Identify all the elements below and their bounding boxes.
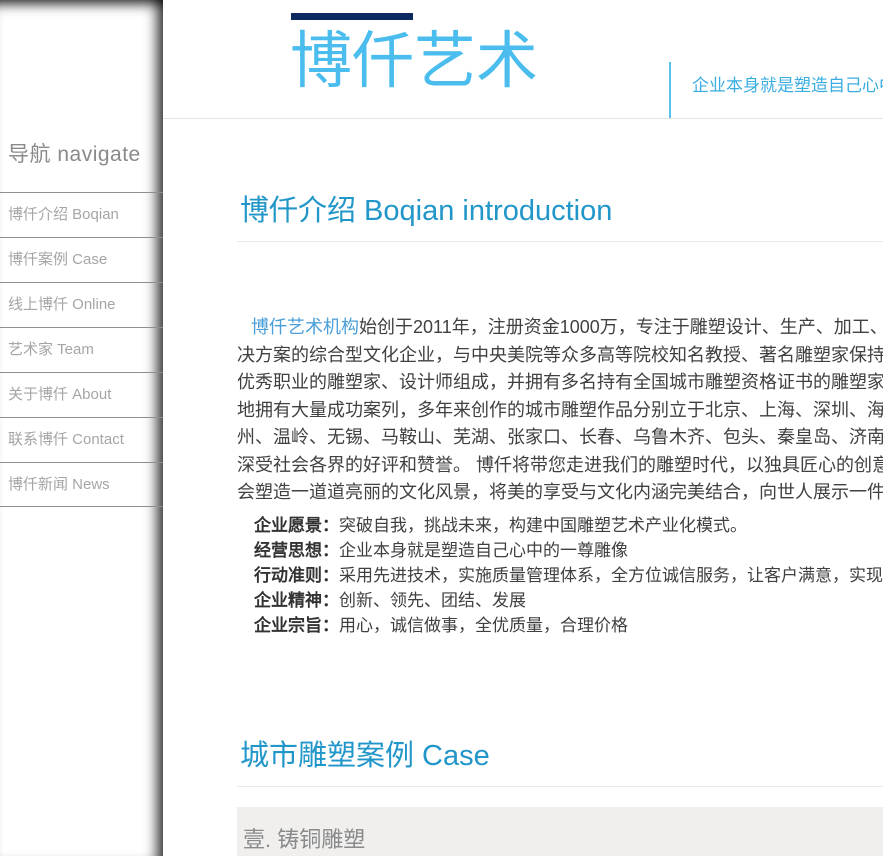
- case-section-heading: 城市雕塑案例 Case: [237, 738, 883, 774]
- sidebar-item-about[interactable]: 关于博仟 About: [0, 372, 163, 417]
- paragraph-line: 地拥有大量成功案列，多年来创作的城市雕塑作品分别立于北京、上海、深圳、海口、平潭…: [237, 397, 883, 425]
- logo-accent-bar: [291, 13, 413, 20]
- company-values-list: 企业愿景：突破自我，挑战未来，构建中国雕塑艺术产业化模式。 经营思想：企业本身就…: [237, 513, 883, 638]
- value-label: 企业宗旨：: [254, 616, 339, 635]
- logo-divider: [669, 62, 671, 118]
- value-text: 创新、领先、团结、发展: [339, 591, 526, 610]
- paragraph-line: 博仟艺术机构始创于2011年，注册资金1000万，专注于雕塑设计、生产、加工、运…: [237, 314, 883, 342]
- paragraph-text: 始创于2011年，注册资金1000万，专注于雕塑设计、生产、加工、运输、安装: [359, 317, 883, 337]
- paragraph-line: 优秀职业的雕塑家、设计师组成，并拥有多名持有全国城市雕塑资格证书的雕塑家、中国美…: [237, 369, 883, 397]
- value-text: 突破自我，挑战未来，构建中国雕塑艺术产业化模式。: [339, 516, 747, 535]
- intro-section-heading: 博仟介绍 Boqian introduction: [237, 193, 883, 229]
- value-label: 行动准则：: [254, 566, 339, 585]
- value-label: 企业愿景：: [254, 516, 339, 535]
- page-content: 博仟介绍 Boqian introduction 博仟艺术机构始创于2011年，…: [163, 193, 883, 856]
- intro-paragraph: 博仟艺术机构始创于2011年，注册资金1000万，专注于雕塑设计、生产、加工、运…: [237, 314, 883, 507]
- site-logo[interactable]: 博仟艺术: [290, 24, 538, 100]
- case-category-title: 壹. 铸铜雕塑: [243, 822, 883, 854]
- sidebar-navigation: 导航 navigate 博仟介绍 Boqian 博仟案例 Case 线上博仟 O…: [0, 0, 163, 856]
- sidebar-item-case[interactable]: 博仟案例 Case: [0, 237, 163, 282]
- site-header: 博仟艺术 企业本身就是塑造自己心中的一尊雕塑: [163, 0, 883, 119]
- value-label: 企业精神：: [254, 591, 339, 610]
- value-spirit: 企业精神：创新、领先、团结、发展: [237, 588, 883, 613]
- intro-heading-rule: [237, 241, 883, 242]
- value-text: 企业本身就是塑造自己心中的一尊雕像: [339, 541, 628, 560]
- sidebar-item-news[interactable]: 博仟新闻 News: [0, 462, 163, 507]
- value-text: 用心，诚信做事，全优质量，合理价格: [339, 616, 628, 635]
- case-heading-rule: [237, 786, 883, 787]
- value-vision: 企业愿景：突破自我，挑战未来，构建中国雕塑艺术产业化模式。: [237, 513, 883, 538]
- sidebar-item-boqian-intro[interactable]: 博仟介绍 Boqian: [0, 192, 163, 237]
- sidebar-item-team[interactable]: 艺术家 Team: [0, 327, 163, 372]
- nav-list: 博仟介绍 Boqian 博仟案例 Case 线上博仟 Online 艺术家 Te…: [0, 192, 163, 507]
- paragraph-line: 深受社会各界的好评和赞誉。 博仟将带您走进我们的雕塑时代，以独具匠心的创意、精妙…: [237, 452, 883, 480]
- value-principles: 行动准则：采用先进技术，实施质量管理体系，全方位诚信服务，让客户满意，实现双赢: [237, 563, 883, 588]
- value-text: 采用先进技术，实施质量管理体系，全方位诚信服务，让客户满意，实现双赢: [339, 566, 883, 585]
- paragraph-line: 决方案的综合型文化企业，与中央美院等众多高等院校知名教授、著名雕塑家保持长期良好…: [237, 342, 883, 370]
- sidebar-title: 导航 navigate: [8, 138, 163, 168]
- main-column: 博仟艺术 企业本身就是塑造自己心中的一尊雕塑 博仟介绍 Boqian intro…: [163, 0, 883, 856]
- site-tagline: 企业本身就是塑造自己心中的一尊雕塑: [692, 71, 883, 96]
- paragraph-line: 州、温岭、无锡、马鞍山、芜湖、张家口、长春、乌鲁木齐、包头、秦皇岛、济南、东营、…: [237, 424, 883, 452]
- sidebar-item-online[interactable]: 线上博仟 Online: [0, 282, 163, 327]
- boqian-org-link[interactable]: 博仟艺术机构: [251, 317, 359, 337]
- value-philosophy: 经营思想：企业本身就是塑造自己心中的一尊雕像: [237, 538, 883, 563]
- value-purpose: 企业宗旨：用心，诚信做事，全优质量，合理价格: [237, 613, 883, 638]
- sidebar-item-contact[interactable]: 联系博仟 Contact: [0, 417, 163, 462]
- case-category-bronze-bar[interactable]: 壹. 铸铜雕塑: [237, 807, 883, 856]
- value-label: 经营思想：: [254, 541, 339, 560]
- paragraph-line: 会塑造一道道亮丽的文化风景，将美的享受与文化内涵完美结合，向世人展示一件件优秀的…: [237, 479, 883, 507]
